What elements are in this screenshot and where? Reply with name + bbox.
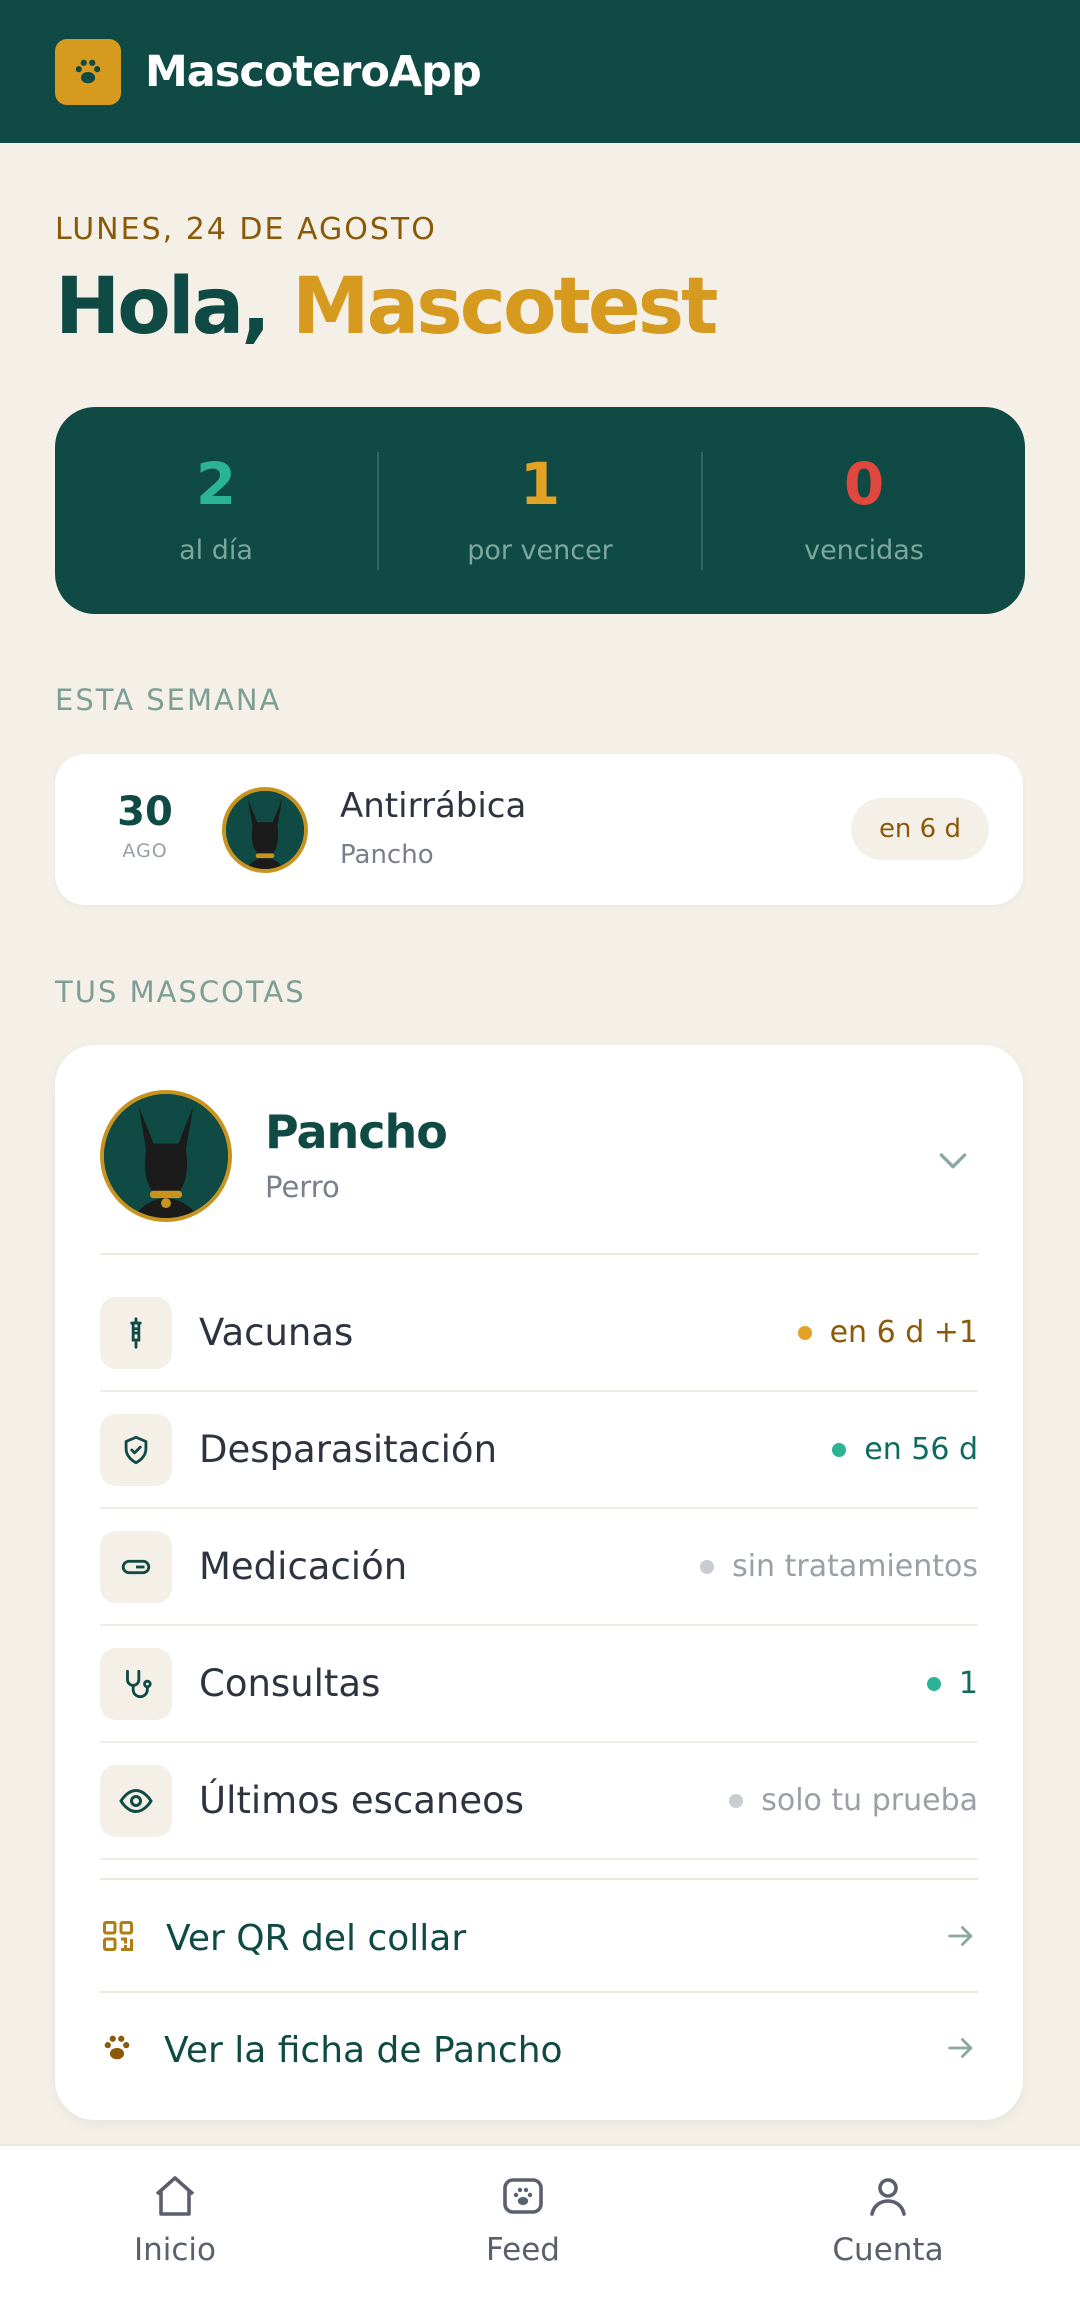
- chevron-down-icon[interactable]: [933, 1140, 973, 1184]
- row-status: 1: [926, 1666, 978, 1701]
- divider: [100, 1253, 978, 1255]
- pet-name: Pancho: [265, 1105, 448, 1159]
- row-status: solo tu prueba: [729, 1783, 978, 1818]
- nav-label: Feed: [486, 2232, 560, 2268]
- status-dot: [797, 1325, 812, 1340]
- status-text: solo tu prueba: [761, 1783, 978, 1818]
- link-qr-collar[interactable]: Ver QR del collar: [100, 1883, 978, 1993]
- greeting-user-name: Mascotest: [292, 262, 718, 352]
- row-label: Desparasitación: [199, 1428, 498, 1471]
- syringe-icon: [100, 1296, 172, 1369]
- pet-avatar: [100, 1090, 232, 1222]
- status-text: en 6 d +1: [829, 1315, 978, 1350]
- row-status: en 6 d +1: [797, 1315, 978, 1350]
- app-bar: MascoteroApp: [0, 0, 1080, 143]
- event-title: Antirrábica: [340, 786, 527, 826]
- paw-icon: [55, 38, 121, 105]
- arrow-right-icon: [944, 1919, 978, 1957]
- status-dot: [700, 1559, 715, 1574]
- section-label-pets: TUS MASCOTAS: [55, 975, 306, 1009]
- eye-icon: [100, 1764, 172, 1837]
- feed-icon: [423, 2172, 623, 2224]
- divider: [100, 1878, 978, 1880]
- greeting-prefix: Hola,: [55, 262, 271, 352]
- home-icon: [75, 2172, 275, 2224]
- status-dot: [729, 1793, 744, 1808]
- bottom-nav: Inicio Feed Cuenta: [0, 2144, 1080, 2298]
- row-status: sin tratamientos: [700, 1549, 978, 1584]
- pet-avatar: [222, 787, 308, 873]
- status-dot: [832, 1442, 847, 1457]
- row-vacunas[interactable]: Vacunas en 6 d +1: [100, 1275, 978, 1392]
- row-label: Últimos escaneos: [199, 1779, 525, 1822]
- status-summary-card: 2 al día 1 por vencer 0 vencidas: [55, 407, 1025, 614]
- row-label: Vacunas: [199, 1311, 354, 1354]
- nav-label: Cuenta: [832, 2232, 944, 2268]
- app-title: MascoteroApp: [145, 46, 482, 97]
- event-day: 30: [117, 789, 173, 835]
- row-escaneos[interactable]: Últimos escaneos solo tu prueba: [100, 1743, 978, 1860]
- stat-label: vencidas: [804, 535, 924, 566]
- event-month: AGO: [122, 840, 168, 862]
- user-icon: [788, 2172, 988, 2224]
- nav-item-cuenta[interactable]: Cuenta: [788, 2172, 988, 2268]
- current-date: LUNES, 24 DE AGOSTO: [55, 212, 437, 247]
- shield-check-icon: [100, 1413, 172, 1486]
- row-consultas[interactable]: Consultas 1: [100, 1626, 978, 1743]
- section-label-this-week: ESTA SEMANA: [55, 683, 282, 717]
- row-desparasitacion[interactable]: Desparasitación en 56 d: [100, 1392, 978, 1509]
- pet-card: Pancho Perro Vacunas en 6 d +1 Desparasi…: [55, 1045, 1023, 2120]
- status-text: en 56 d: [864, 1432, 978, 1467]
- arrow-right-icon: [944, 2031, 978, 2069]
- paw-icon: [100, 2031, 134, 2069]
- stat-label: por vencer: [467, 535, 613, 566]
- link-label: Ver la ficha de Pancho: [164, 2029, 563, 2071]
- stethoscope-icon: [100, 1647, 172, 1720]
- row-label: Consultas: [199, 1662, 381, 1705]
- status-text: 1: [958, 1666, 978, 1701]
- event-pet-name: Pancho: [340, 840, 434, 870]
- link-pet-profile[interactable]: Ver la ficha de Pancho: [100, 1995, 978, 2105]
- stat-up-to-date: 2 al día: [55, 455, 377, 566]
- pet-species: Perro: [265, 1170, 340, 1204]
- row-medicacion[interactable]: Medicación sin tratamientos: [100, 1509, 978, 1626]
- greeting: Hola, Mascotest: [55, 262, 718, 352]
- stat-overdue: 0 vencidas: [703, 455, 1025, 566]
- status-text: sin tratamientos: [732, 1549, 978, 1584]
- nav-item-inicio[interactable]: Inicio: [75, 2172, 275, 2268]
- stat-label: al día: [179, 535, 253, 566]
- stat-value: 2: [195, 450, 237, 518]
- stat-due-soon: 1 por vencer: [379, 455, 701, 566]
- pill-icon: [100, 1530, 172, 1603]
- divider: [100, 1991, 978, 1993]
- nav-item-feed[interactable]: Feed: [423, 2172, 623, 2268]
- qr-code-icon: [100, 1918, 136, 1958]
- link-label: Ver QR del collar: [166, 1917, 467, 1959]
- nav-label: Inicio: [133, 2232, 217, 2268]
- event-due-badge: en 6 d: [850, 798, 989, 860]
- row-status: en 56 d: [832, 1432, 978, 1467]
- stat-value: 0: [843, 450, 885, 518]
- status-dot: [926, 1676, 941, 1691]
- upcoming-event-card[interactable]: 30 AGO Antirrábica Pancho en 6 d: [55, 754, 1023, 905]
- row-label: Medicación: [199, 1545, 408, 1588]
- stat-value: 1: [519, 450, 561, 518]
